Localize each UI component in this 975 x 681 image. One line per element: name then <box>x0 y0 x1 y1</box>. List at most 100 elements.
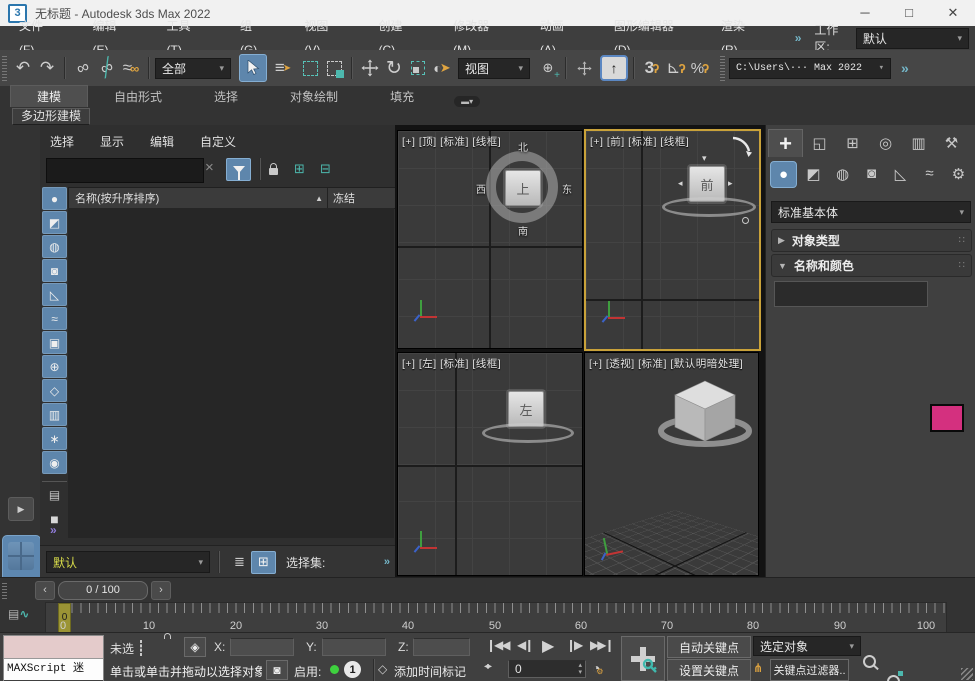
explorer-search-input[interactable] <box>46 158 204 183</box>
category-cameras-icon[interactable]: ◙ <box>859 161 884 186</box>
hierarchy-mode-icon[interactable]: ⊞ <box>251 551 276 574</box>
viewport-left-label[interactable]: [+] [左] [标准] [线框] <box>402 356 501 371</box>
column-header-name[interactable]: 名称(按升序排序) ▲ <box>69 188 328 208</box>
absolute-mode-icon[interactable]: ◈ <box>184 637 206 657</box>
viewport-left[interactable]: [+] [左] [标准] [线框] 左 <box>397 352 583 576</box>
column-header-frozen[interactable]: 冻结 <box>328 188 395 208</box>
category-geometry-icon[interactable]: ● <box>770 161 797 188</box>
ribbon-tab-object-paint[interactable]: 对象绘制 <box>264 86 364 107</box>
current-frame-field[interactable]: 0 ▴▾ <box>508 660 586 678</box>
reference-coordinate-dropdown[interactable]: 视图▾ <box>458 58 530 79</box>
selection-region-icon[interactable] <box>140 640 142 656</box>
object-name-input[interactable] <box>774 281 928 307</box>
viewport-front-label[interactable]: [+] [前] [标准] [线框] <box>590 134 689 149</box>
set-keys-button[interactable] <box>621 636 665 681</box>
list-view-icon[interactable]: ▤ <box>42 483 67 506</box>
viewport-layout-tab-button[interactable] <box>2 535 41 579</box>
frame-indicator-field[interactable]: 0 / 100 <box>58 581 148 600</box>
unlink-selection-icon[interactable]: ∞╱ <box>91 52 122 85</box>
viewcube-home-icon[interactable] <box>742 217 749 224</box>
expand-strip-button[interactable]: ▶ <box>8 497 34 521</box>
maxscript-mini-listener[interactable]: MAXScript 迷 <box>3 635 104 681</box>
expand-hierarchy-icon[interactable]: ⊞ <box>288 158 311 179</box>
compass-west-label[interactable]: 西 <box>476 181 486 196</box>
key-filters-button[interactable]: 关键点过滤器.. <box>770 659 849 681</box>
redo-icon[interactable]: ↷ <box>35 55 59 81</box>
next-frame-icon[interactable]: ❙▶ <box>566 638 581 652</box>
bind-to-space-warp-icon[interactable]: ≈∞ <box>119 55 143 81</box>
toolbar-grip[interactable] <box>720 55 725 81</box>
timeline-grip[interactable] <box>2 581 7 599</box>
spinner-arrows-icon[interactable]: ▴▾ <box>578 662 582 676</box>
set-key-button[interactable]: 设置关键点 <box>667 659 751 681</box>
select-object-button[interactable] <box>239 54 267 82</box>
zoom-all-icon[interactable] <box>882 671 904 681</box>
auto-key-button[interactable]: 自动关键点 <box>667 636 751 658</box>
zoom-icon[interactable] <box>858 651 880 671</box>
key-filters-paw-icon[interactable]: ⋔ <box>753 661 763 675</box>
selection-count-button[interactable]: 1 <box>344 661 361 678</box>
mini-curve-editor-icon[interactable]: ▤∿ <box>8 607 29 621</box>
add-time-tag-button[interactable]: 添加时间标记 <box>394 663 466 680</box>
maxscript-listener-line[interactable]: MAXScript 迷 <box>4 659 103 680</box>
display-space-warps-icon[interactable]: ≈ <box>42 307 67 330</box>
category-systems-icon[interactable]: ⚙ <box>946 161 971 186</box>
category-shapes-icon[interactable]: ◩ <box>801 161 826 186</box>
ribbon-tab-modeling[interactable]: 建模 <box>10 85 88 107</box>
time-configuration-icon[interactable]: ◔⚙ <box>592 660 600 676</box>
key-mode-dropdown[interactable]: 选定对象▾ <box>753 636 861 656</box>
sort-ascending-icon[interactable]: ▲ <box>315 194 323 203</box>
close-button[interactable]: ✕ <box>931 0 975 26</box>
display-helpers-icon[interactable]: ◺ <box>42 283 67 306</box>
tab-motion-icon[interactable]: ◎ <box>869 129 902 156</box>
tab-utilities-icon[interactable]: ⚒ <box>935 129 968 156</box>
clear-search-icon[interactable]: × <box>205 159 214 176</box>
primitive-category-dropdown[interactable]: 标准基本体▾ <box>771 201 971 223</box>
display-lights-icon[interactable]: ◍ <box>42 235 67 258</box>
enabled-indicator-dot[interactable] <box>330 665 339 674</box>
window-resize-grip[interactable] <box>961 668 973 680</box>
viewcube-left-face[interactable]: 左 <box>508 391 544 427</box>
lock-icon[interactable] <box>262 158 285 179</box>
viewport-perspective[interactable]: [+] [透视] [标准] [默认明暗处理] <box>584 352 759 576</box>
play-icon[interactable]: ▶ <box>542 636 552 656</box>
display-bones-icon[interactable]: ◇ <box>42 379 67 402</box>
display-shapes-icon[interactable]: ◩ <box>42 211 67 234</box>
snaps-toggle-icon[interactable]: 3ʔ <box>640 55 664 81</box>
window-crossing-toggle-icon[interactable] <box>322 55 346 81</box>
menu-overflow-icon[interactable]: » <box>795 31 801 45</box>
ribbon-minimize-dropdown[interactable]: ▬▾ <box>454 96 480 107</box>
selection-set-dropdown[interactable]: 默认▾ <box>46 551 210 573</box>
time-slider-track[interactable]: 0 0 10 20 30 40 50 60 70 80 90 100 <box>45 602 947 634</box>
explorer-menu-display[interactable]: 显示 <box>100 133 124 150</box>
select-by-name-button[interactable]: ≡➤ <box>271 55 295 81</box>
viewcube-arrow-left-icon[interactable]: ◂ <box>678 178 683 189</box>
ribbon-tab-selection[interactable]: 选择 <box>188 86 264 107</box>
toolbar-grip[interactable] <box>2 55 7 81</box>
rectangular-selection-region-icon[interactable] <box>298 55 322 81</box>
filter-icon[interactable] <box>226 158 251 181</box>
display-xrefs-icon[interactable]: ⊕ <box>42 355 67 378</box>
explorer-menu-edit[interactable]: 编辑 <box>150 133 174 150</box>
percent-snap-toggle-icon[interactable]: %ʔ <box>688 55 712 81</box>
select-and-manipulate-icon[interactable] <box>572 55 596 81</box>
maximize-button[interactable]: □ <box>887 0 931 26</box>
z-coordinate-field[interactable] <box>413 638 470 656</box>
viewcube-top-face[interactable]: 上 <box>505 170 541 206</box>
project-folder-dropdown[interactable]: C:\Users\··· Max 2022▾ <box>729 58 891 79</box>
viewport-perspective-label[interactable]: [+] [透视] [标准] [默认明暗处理] <box>589 356 743 371</box>
viewcube-3d-icon[interactable] <box>655 375 755 453</box>
explorer-overflow-left-icon[interactable]: » <box>50 523 56 537</box>
viewport-top[interactable]: [+] [顶] [标准] [线框] 上 北 南 西 东 <box>397 130 583 349</box>
category-space-warps-icon[interactable]: ≈ <box>917 161 942 186</box>
angle-snap-toggle-icon[interactable]: ⊾ʔ <box>664 55 688 81</box>
rollout-object-type[interactable]: ▶ 对象类型 ∷ <box>771 229 972 252</box>
viewcube-arrow-up-icon[interactable]: ▾ <box>702 153 707 164</box>
go-to-end-icon[interactable]: ▶▶❙ <box>590 638 613 652</box>
display-cameras-icon[interactable]: ◙ <box>42 259 67 282</box>
go-to-start-icon[interactable]: ❙◀◀ <box>486 638 509 652</box>
display-groups-icon[interactable]: ▣ <box>42 331 67 354</box>
use-pivot-point-center-icon[interactable]: ⊕+ <box>536 55 560 81</box>
compass-east-label[interactable]: 东 <box>562 181 572 196</box>
layers-icon[interactable]: ≣ <box>228 552 251 573</box>
